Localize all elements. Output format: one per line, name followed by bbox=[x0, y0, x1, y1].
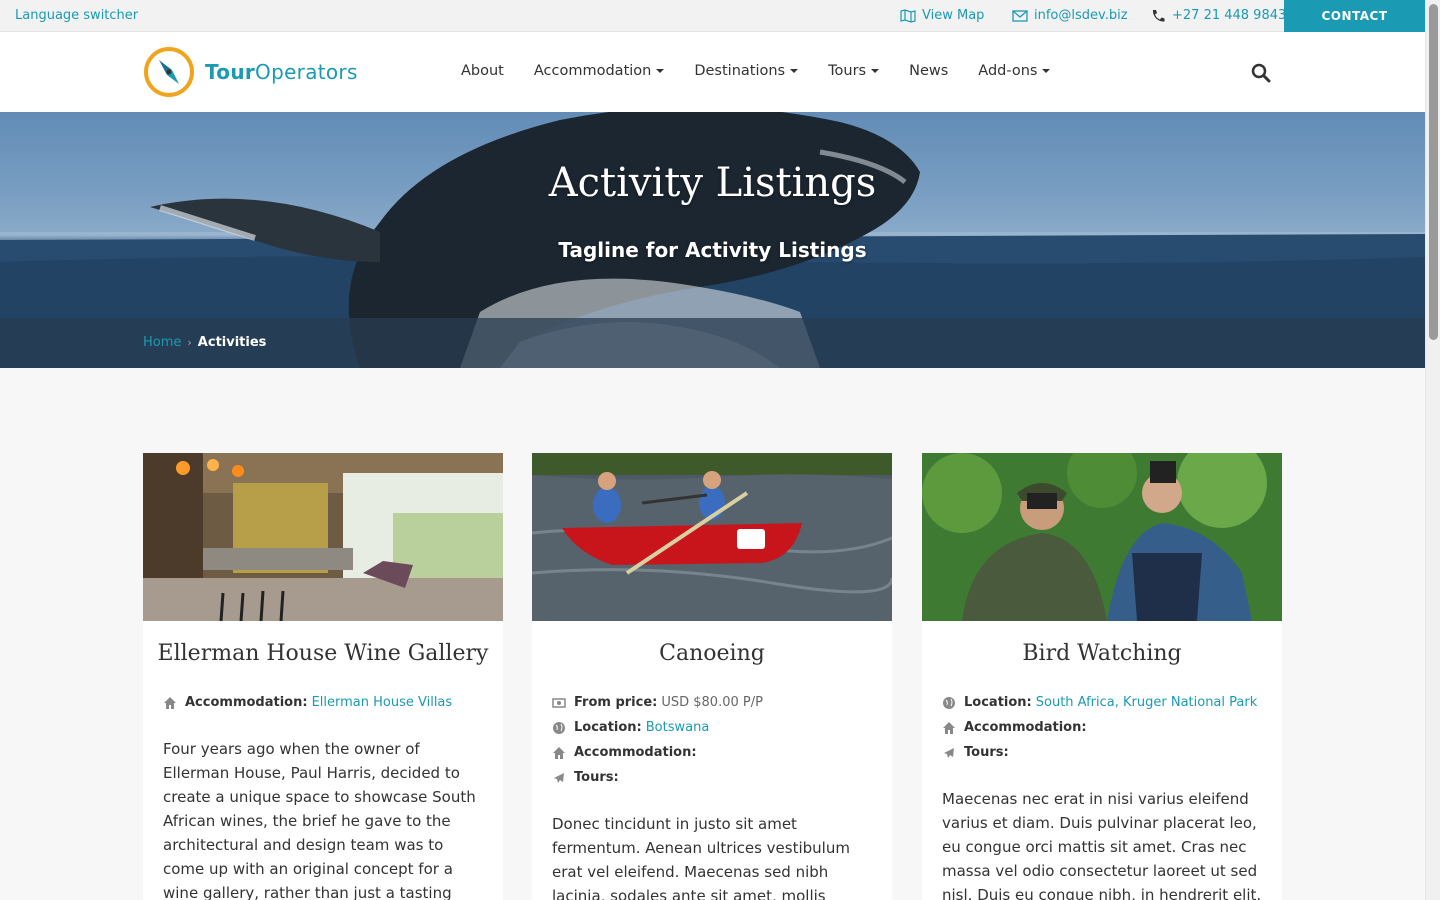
caret-down-icon bbox=[1042, 69, 1051, 73]
location-label: Location: bbox=[964, 695, 1032, 710]
plane-icon bbox=[944, 747, 954, 758]
accommodation-label: Accommodation: bbox=[964, 720, 1087, 735]
home-icon bbox=[164, 696, 176, 709]
activity-card[interactable]: Bird Watching Location: South Africa, Kr… bbox=[922, 453, 1282, 900]
activity-card[interactable]: Canoeing From price: USD $80.00 P/P Loca… bbox=[532, 453, 892, 900]
meta-accommodation: Accommodation: bbox=[942, 715, 1262, 740]
page-title: Activity Listings bbox=[548, 160, 877, 206]
chevron-right-icon: › bbox=[187, 336, 192, 349]
phone-icon bbox=[1152, 9, 1165, 22]
nav-about[interactable]: About bbox=[461, 63, 504, 79]
caret-down-icon bbox=[871, 69, 880, 73]
plane-icon bbox=[554, 772, 564, 783]
meta-location: Location: South Africa, Kruger National … bbox=[942, 690, 1262, 715]
email-link[interactable]: info@lsdev.biz bbox=[1012, 8, 1128, 23]
accommodation-label: Accommodation: bbox=[185, 695, 308, 710]
view-map-label: View Map bbox=[922, 8, 985, 23]
logo-text-bold: Tour bbox=[205, 60, 256, 84]
location-link[interactable]: Botswana bbox=[646, 720, 710, 735]
main-nav: About Accommodation Destinations Tours N… bbox=[461, 63, 1051, 79]
breadcrumb-home[interactable]: Home bbox=[143, 335, 181, 350]
breadcrumb-current: Activities bbox=[197, 335, 267, 350]
tours-label: Tours: bbox=[574, 770, 619, 785]
nav-tours[interactable]: Tours bbox=[828, 63, 880, 79]
meta-location: Location: Botswana bbox=[552, 715, 872, 740]
globe-icon bbox=[553, 721, 565, 734]
nav-add-ons[interactable]: Add-ons bbox=[978, 63, 1051, 79]
money-icon bbox=[552, 697, 566, 708]
bird-watching-image bbox=[922, 453, 1282, 621]
page-tagline: Tagline for Activity Listings bbox=[558, 238, 867, 262]
nav-destinations[interactable]: Destinations bbox=[694, 63, 799, 79]
card-description: Maecenas nec erat in nisi varius eleifen… bbox=[942, 790, 1262, 900]
phone-label: +27 21 448 9843 bbox=[1172, 8, 1287, 23]
card-meta: Accommodation: Ellerman House Villas bbox=[163, 690, 483, 715]
wine-gallery-image bbox=[143, 453, 503, 621]
logo-text: TourOperators bbox=[205, 60, 358, 84]
meta-accommodation: Accommodation: Ellerman House Villas bbox=[163, 690, 483, 715]
card-description: Donec tincidunt in justo sit amet fermen… bbox=[552, 815, 850, 900]
meta-tours: Tours: bbox=[942, 740, 1262, 765]
nav-add-ons-label: Add-ons bbox=[978, 63, 1038, 79]
meta-tours: Tours: bbox=[552, 765, 872, 790]
logo-text-rest: Operators bbox=[255, 60, 358, 84]
card-title[interactable]: Canoeing bbox=[532, 641, 892, 666]
card-description: Four years ago when the owner of Ellerma… bbox=[163, 740, 476, 900]
globe-icon bbox=[943, 696, 955, 709]
canoeing-image bbox=[532, 453, 892, 621]
location-link[interactable]: South Africa, Kruger National Park bbox=[1036, 695, 1258, 710]
nav-destinations-label: Destinations bbox=[694, 63, 786, 79]
accommodation-label: Accommodation: bbox=[574, 745, 697, 760]
hero-banner: Activity Listings Tagline for Activity L… bbox=[0, 112, 1425, 368]
card-title[interactable]: Bird Watching bbox=[922, 641, 1282, 666]
activity-card[interactable]: Ellerman House Wine Gallery Accommodatio… bbox=[143, 453, 503, 900]
map-icon bbox=[900, 8, 916, 23]
nav-accommodation[interactable]: Accommodation bbox=[533, 63, 665, 79]
envelope-icon bbox=[1012, 9, 1028, 22]
home-icon bbox=[553, 746, 565, 759]
view-map-link[interactable]: View Map bbox=[900, 8, 984, 23]
caret-down-icon bbox=[656, 69, 665, 73]
scrollbar-thumb[interactable] bbox=[1429, 4, 1438, 340]
meta-accommodation: Accommodation: bbox=[552, 740, 872, 765]
phone-link[interactable]: +27 21 448 9843 bbox=[1150, 8, 1286, 23]
card-meta: From price: USD $80.00 P/P Location: Bot… bbox=[552, 690, 872, 790]
language-switcher[interactable]: Language switcher bbox=[15, 8, 138, 23]
logo[interactable]: TourOperators bbox=[143, 46, 358, 98]
accommodation-link[interactable]: Ellerman House Villas bbox=[312, 695, 453, 710]
meta-price: From price: USD $80.00 P/P bbox=[552, 690, 872, 715]
location-label: Location: bbox=[574, 720, 642, 735]
card-meta: Location: South Africa, Kruger National … bbox=[942, 690, 1262, 765]
nav-news[interactable]: News bbox=[909, 63, 948, 79]
search-icon[interactable] bbox=[1251, 63, 1271, 83]
tours-label: Tours: bbox=[964, 745, 1009, 760]
top-bar: Language switcher View Map info@lsdev.bi… bbox=[0, 0, 1425, 32]
nav-accommodation-label: Accommodation bbox=[533, 63, 652, 79]
breadcrumb: Home › Activities bbox=[0, 318, 1425, 368]
nav-tours-label: Tours bbox=[828, 63, 867, 79]
home-icon bbox=[943, 721, 955, 734]
price-value: USD $80.00 P/P bbox=[661, 695, 763, 710]
main-header: TourOperators About Accommodation Destin… bbox=[0, 32, 1425, 112]
contact-button[interactable]: CONTACT bbox=[1284, 0, 1425, 32]
price-label: From price: bbox=[574, 695, 658, 710]
caret-down-icon bbox=[790, 69, 799, 73]
email-label: info@lsdev.biz bbox=[1034, 8, 1128, 23]
compass-icon bbox=[144, 47, 194, 97]
card-title[interactable]: Ellerman House Wine Gallery bbox=[143, 641, 503, 666]
scrollbar[interactable] bbox=[1425, 0, 1440, 900]
